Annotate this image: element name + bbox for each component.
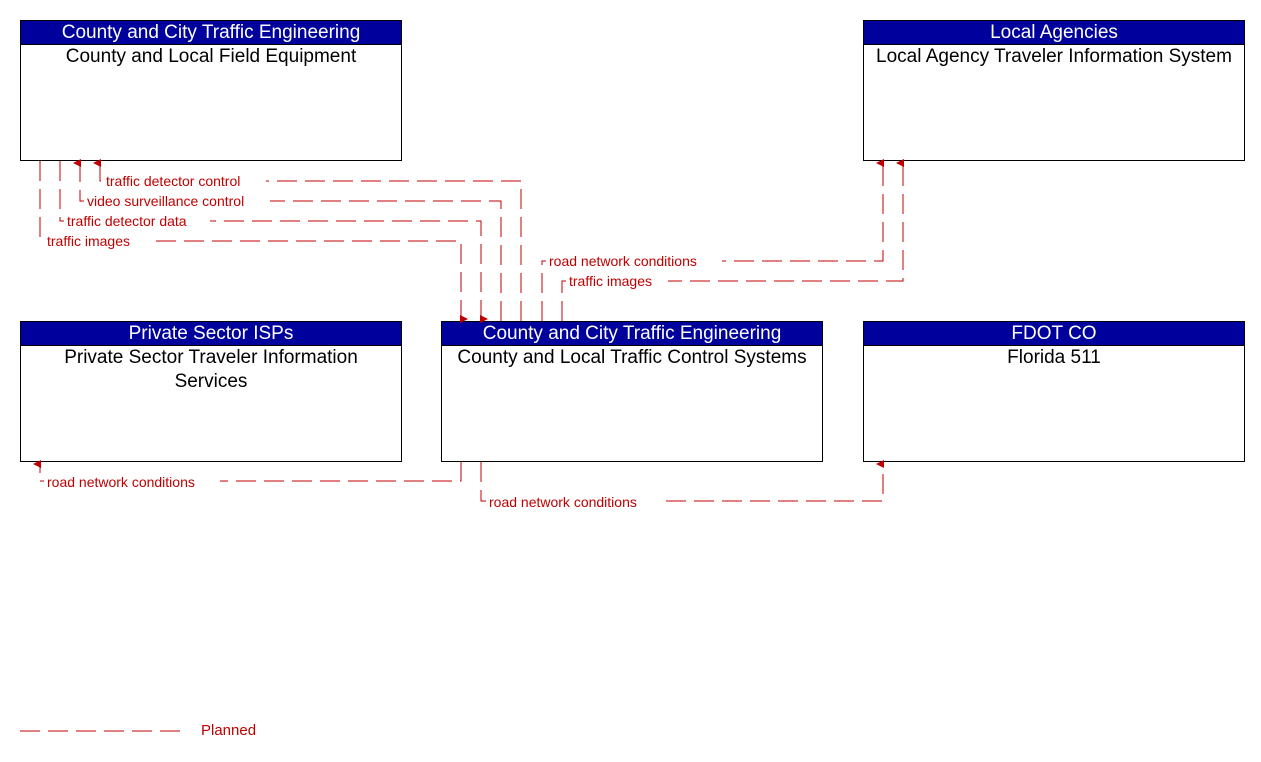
flow-label: traffic images [47, 233, 130, 249]
flow-line-road-network-conditions-latis[interactable] [541, 159, 884, 321]
flow-label: road network conditions [549, 253, 697, 269]
flow-label: video surveillance control [87, 193, 244, 209]
flow-label: traffic detector control [106, 173, 240, 189]
legend-planned-label: Planned [201, 722, 257, 739]
flow-label: traffic detector data [67, 213, 187, 229]
flow-line-traffic-images-latis[interactable] [561, 159, 904, 321]
flow-layer: traffic detector control video surveilla… [20, 159, 904, 732]
flow-label: traffic images [569, 273, 652, 289]
flow-label: road network conditions [47, 474, 195, 490]
flow-label: road network conditions [489, 494, 637, 510]
